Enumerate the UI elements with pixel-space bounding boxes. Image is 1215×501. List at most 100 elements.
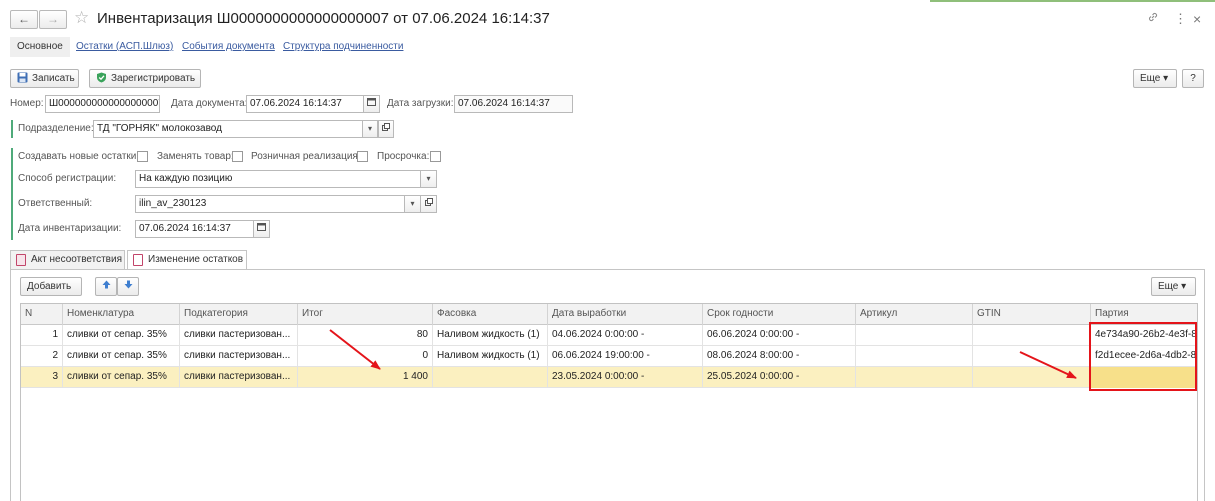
link-icon-svg [1148,12,1158,22]
table-header-row: N Номенклатура Подкатегория Итог Фасовка… [21,304,1197,325]
reg-method-label: Способ регистрации: [18,173,117,184]
nav-tab-balances[interactable]: Остатки (АСП.Шлюз) [76,37,173,57]
tab-mismatch-act[interactable]: Акт несоответствия [10,250,125,269]
chevron-down-icon: ▾ [410,199,415,208]
cell-subcategory: сливки пастеризован... [180,325,298,346]
document-icon [16,254,26,266]
chevron-down-icon: ▾ [426,174,431,183]
doc-date-field[interactable]: 07.06.2024 16:14:37 [246,95,364,113]
cell-n: 3 [21,367,63,388]
cell-total: 80 [298,325,433,346]
cell-article [856,325,973,346]
help-button[interactable]: ? [1182,69,1204,88]
inv-date-field[interactable]: 07.06.2024 16:14:37 [135,220,254,238]
number-field[interactable]: Ш0000000000000000007 [45,95,160,113]
arrow-up-icon [102,280,110,289]
column-header-n[interactable]: N [21,304,63,325]
cell-packing: Наливом жидкость (1) [433,325,548,346]
doc-date-calendar-button[interactable] [363,95,380,113]
cell-article [856,346,973,367]
open-form-icon [424,198,433,206]
cell-n: 1 [21,325,63,346]
division-label: Подразделение: [18,123,94,134]
load-date-label: Дата загрузки: [387,98,454,109]
options-group-marker [11,148,13,240]
cell-article [856,367,973,388]
nav-tab-events[interactable]: События документа [182,37,275,57]
column-header-gtin[interactable]: GTIN [973,304,1091,325]
responsible-open-button[interactable] [420,195,437,213]
close-icon[interactable]: × [1193,11,1201,27]
create-new-label: Создавать новые остатки: [18,151,140,162]
cell-production-date: 04.06.2024 0:00:00 - [548,325,703,346]
table-row-selected[interactable]: 3 сливки от сепар. 35% сливки пастеризов… [21,367,1197,388]
forward-button[interactable]: → [39,10,67,29]
division-dropdown-button[interactable]: ▾ [362,120,378,138]
responsible-label: Ответственный: [18,198,93,209]
replace-goods-label: Заменять товар: [157,151,234,162]
open-form-icon [382,123,390,131]
star-icon[interactable]: ☆ [74,8,89,28]
calendar-icon [367,98,376,106]
tab-balance-change-label: Изменение остатков [148,254,244,265]
cell-subcategory: сливки пастеризован... [180,367,298,388]
floppy-icon [17,72,28,83]
chevron-down-icon: ▾ [367,124,372,133]
column-header-subcategory[interactable]: Подкатегория [180,304,298,325]
column-header-expiry[interactable]: Срок годности [703,304,856,325]
more-actions-icon[interactable]: ⋮ [1174,11,1187,27]
column-header-packing[interactable]: Фасовка [433,304,548,325]
column-header-article[interactable]: Артикул [856,304,973,325]
add-row-button[interactable]: Добавить [20,277,82,296]
balances-table: N Номенклатура Подкатегория Итог Фасовка… [20,303,1198,501]
register-button-label: Зарегистрировать [111,73,196,84]
responsible-field[interactable]: ilin_av_230123 [135,195,405,213]
cell-subcategory: сливки пастеризован... [180,346,298,367]
reg-method-dropdown-button[interactable]: ▾ [420,170,437,188]
doc-date-label: Дата документа: [171,98,248,109]
cell-nomenclature: сливки от сепар. 35% [63,346,180,367]
register-button[interactable]: Зарегистрировать [89,69,201,88]
cell-packing: Наливом жидкость (1) [433,346,548,367]
arrow-right-icon: → [47,12,59,26]
nav-tab-main[interactable]: Основное [10,37,70,57]
inv-date-label: Дата инвентаризации: [18,223,122,234]
cell-total: 1 400 [298,367,433,388]
cell-gtin [973,346,1091,367]
move-up-button[interactable] [95,277,117,296]
division-open-button[interactable] [378,120,394,138]
table-more-button[interactable]: Еще ▾ [1151,277,1196,296]
inv-date-calendar-button[interactable] [253,220,270,238]
load-date-field[interactable]: 07.06.2024 16:14:37 [454,95,573,113]
window-title: Инвентаризация Ш0000000000000000007 от 0… [97,10,550,27]
responsible-dropdown-button[interactable]: ▾ [404,195,421,213]
more-button[interactable]: Еще ▾ [1133,69,1177,88]
column-header-nomenclature[interactable]: Номенклатура [63,304,180,325]
back-button[interactable]: ← [10,10,38,29]
cell-gtin [973,325,1091,346]
create-new-checkbox[interactable] [137,151,148,162]
overdue-checkbox[interactable] [430,151,441,162]
overdue-label: Просрочка: [377,151,430,162]
cell-expiry: 08.06.2024 8:00:00 - [703,346,856,367]
table-row[interactable]: 1 сливки от сепар. 35% сливки пастеризов… [21,325,1197,346]
cell-production-date: 23.05.2024 0:00:00 - [548,367,703,388]
move-down-button[interactable] [117,277,139,296]
arrow-down-icon [124,280,132,289]
cell-n: 2 [21,346,63,367]
calendar-icon [257,223,266,231]
link-icon[interactable] [1147,11,1159,28]
cell-expiry: 06.06.2024 0:00:00 - [703,325,856,346]
tab-balance-change[interactable]: Изменение остатков [127,250,247,270]
column-header-production-date[interactable]: Дата выработки [548,304,703,325]
reg-method-select[interactable]: На каждую позицию [135,170,421,188]
cell-total: 0 [298,346,433,367]
table-row[interactable]: 2 сливки от сепар. 35% сливки пастеризов… [21,346,1197,367]
nav-tab-structure[interactable]: Структура подчиненности [283,37,403,57]
save-button[interactable]: Записать [10,69,79,88]
replace-goods-checkbox[interactable] [232,151,243,162]
column-header-total[interactable]: Итог [298,304,433,325]
retail-checkbox[interactable] [357,151,368,162]
division-field[interactable]: ТД "ГОРНЯК" молокозавод [93,120,363,138]
annotation-highlight-box [1089,322,1197,391]
